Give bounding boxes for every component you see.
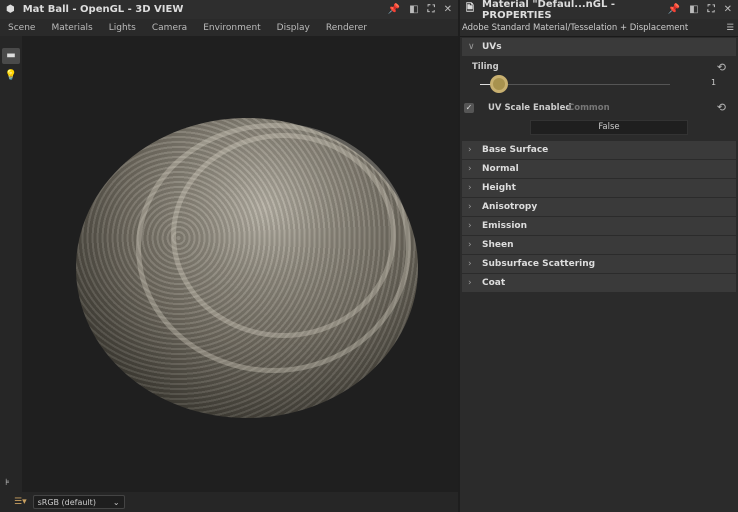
menu-camera[interactable]: Camera (152, 23, 187, 33)
tiling-slider[interactable] (480, 75, 670, 93)
section-sheen[interactable]: › Sheen (462, 236, 736, 254)
section-base-surface[interactable]: › Base Surface (462, 141, 736, 159)
material-path: Adobe Standard Material/Tesselation + Di… (460, 19, 738, 37)
section-anisotropy[interactable]: › Anisotropy (462, 198, 736, 216)
menu-renderer[interactable]: Renderer (326, 23, 367, 33)
pin-icon[interactable]: 📌 (668, 4, 680, 15)
document-icon: 🗎 (466, 3, 475, 14)
reset-icon[interactable]: ⟲ (717, 101, 726, 114)
chevron-down-icon: ∨ (468, 42, 475, 52)
bottom-bar: ☰▾ sRGB (default) ⌄ (0, 492, 458, 512)
slider-knob[interactable] (490, 75, 508, 93)
3d-view-titlebar: ⬢ Mat Ball - OpenGL - 3D VIEW 📌 ◧ ⛶ ✕ (0, 0, 458, 19)
layers-icon[interactable]: ☰▾ (14, 497, 27, 507)
panel-title: Material "Defaul...nGL - PROPERTIES (482, 0, 615, 21)
3d-view-panel: ⬢ Mat Ball - OpenGL - 3D VIEW 📌 ◧ ⛶ ✕ Scene… (0, 0, 458, 512)
panel-title: Mat Ball - OpenGL - 3D VIEW (22, 4, 184, 15)
uv-scale-checkbox[interactable]: ✓ (464, 103, 474, 113)
uvs-body: Tiling ⟲ 1 ✓ UV Scale Enabled Common ⟲ F… (460, 56, 738, 140)
uv-scale-label: UV Scale Enabled (488, 103, 572, 113)
section-emission[interactable]: › Emission (462, 217, 736, 235)
camera-icon[interactable]: ▬ (2, 48, 20, 64)
reset-icon[interactable]: ⟲ (717, 61, 726, 74)
section-coat[interactable]: › Coat (462, 274, 736, 292)
maximize-icon[interactable]: ⛶ (428, 4, 435, 15)
section-uvs[interactable]: ∨ UVs (462, 38, 736, 56)
properties-titlebar: 🗎 Material "Defaul...nGL - PROPERTIES 📌 ◧… (460, 0, 738, 21)
menu-icon[interactable]: ☰ (726, 23, 738, 33)
menu-environment[interactable]: Environment (203, 23, 260, 33)
light-icon[interactable]: 💡 (2, 68, 20, 84)
float-icon[interactable]: ◧ (409, 4, 418, 15)
close-icon[interactable]: ✕ (444, 4, 452, 15)
uv-scale-group: Common (568, 103, 610, 113)
3d-viewport[interactable] (22, 36, 458, 492)
scene-tree-icon[interactable]: ⊧ (5, 478, 10, 488)
maximize-icon[interactable]: ⛶ (708, 4, 715, 15)
pin-icon[interactable]: 📌 (388, 4, 400, 15)
menu-bar: Scene Materials Lights Camera Environmen… (0, 19, 458, 36)
color-space-select[interactable]: sRGB (default) ⌄ (32, 495, 125, 509)
menu-lights[interactable]: Lights (109, 23, 136, 33)
uv-scale-value-button[interactable]: False (530, 120, 688, 135)
cube-icon: ⬢ (6, 4, 15, 15)
properties-panel: 🗎 Material "Defaul...nGL - PROPERTIES 📌 ◧… (460, 0, 738, 512)
section-subsurface-scattering[interactable]: › Subsurface Scattering (462, 255, 736, 273)
chevron-down-icon: ⌄ (112, 497, 120, 507)
tiling-value: 1 (711, 78, 717, 87)
tool-strip: ▬ 💡 ⊧ (0, 36, 22, 492)
menu-materials[interactable]: Materials (51, 23, 92, 33)
menu-scene[interactable]: Scene (8, 23, 35, 33)
section-height[interactable]: › Height (462, 179, 736, 197)
float-icon[interactable]: ◧ (689, 4, 698, 15)
menu-display[interactable]: Display (277, 23, 310, 33)
close-icon[interactable]: ✕ (724, 4, 732, 15)
tiling-label: Tiling (472, 62, 499, 72)
section-normal[interactable]: › Normal (462, 160, 736, 178)
material-ball (76, 118, 418, 418)
